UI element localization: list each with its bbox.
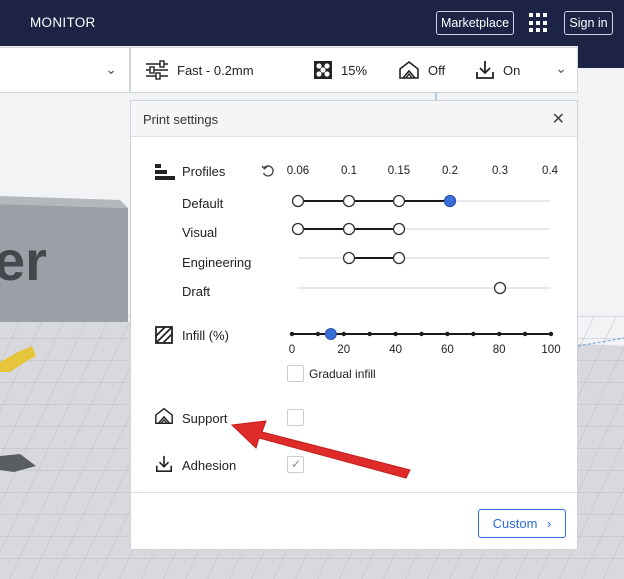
infill-step-dot (367, 331, 372, 337)
support-label: Support (182, 411, 228, 426)
infill-tick-label: 100 (541, 344, 561, 356)
infill-step-dot (289, 331, 295, 337)
checkmark-icon: ✓ (291, 457, 302, 471)
tab-monitor[interactable]: MONITOR (30, 15, 96, 30)
chevron-down-icon: ⌄ (105, 61, 117, 77)
infill-step-dot (471, 331, 476, 337)
printer-selector-dropdown[interactable]: ⌄ (0, 47, 130, 93)
infill-step-dot (341, 331, 346, 337)
infill-tick-label: 40 (389, 344, 402, 356)
gradual-infill-label: Gradual infill (309, 367, 376, 381)
model-lettering: er (0, 229, 47, 292)
sign-in-button[interactable]: Sign in (564, 11, 613, 35)
adhesion-summary-label: On (503, 62, 521, 78)
adhesion-icon (476, 61, 494, 79)
custom-button-label: Custom (492, 516, 538, 531)
apps-grid-icon[interactable] (529, 13, 549, 33)
infill-pattern-icon (314, 61, 332, 79)
infill-summary-label: 15% (341, 62, 368, 78)
infill-step-dot (548, 331, 554, 337)
adhesion-label: Adhesion (182, 458, 237, 473)
profile-summary[interactable]: Fast - 0.2mm (145, 48, 254, 92)
infill-step-dot (393, 331, 398, 337)
infill-summary[interactable]: 15% (313, 48, 367, 92)
support-icon (155, 407, 173, 424)
gradual-infill-checkbox[interactable] (287, 365, 304, 382)
adhesion-icon (155, 455, 173, 473)
custom-button[interactable]: Custom › (478, 509, 566, 538)
infill-step-dot (497, 331, 502, 337)
infill-tick-label: 80 (492, 344, 506, 356)
header-extension (578, 46, 624, 68)
panel-divider (131, 492, 577, 493)
infill-tick-label: 60 (440, 344, 454, 356)
marketplace-button[interactable]: Marketplace (436, 11, 514, 35)
infill-tick-label: 20 (337, 344, 351, 356)
chevron-down-icon[interactable]: ⌄ (555, 60, 567, 77)
infill-tick-label: 0 (288, 344, 296, 356)
print-settings-summary-bar[interactable]: Fast - 0.2mm 15% Off On ⌄ (130, 47, 578, 93)
infill-step-dot (419, 331, 424, 337)
infill-step-dot (445, 331, 450, 337)
sliders-icon (146, 60, 168, 80)
infill-slider-handle[interactable] (324, 328, 337, 340)
adhesion-summary[interactable]: On (475, 48, 520, 92)
print-settings-panel: Print settings ✕ Profiles 0.06 0.1 0.15 0.2… (130, 100, 578, 550)
chevron-right-icon: › (547, 516, 552, 531)
infill-step-dot (315, 331, 321, 337)
infill-slider[interactable] (131, 101, 577, 361)
top-navigation-bar: MONITOR Marketplace Sign in (0, 0, 624, 46)
support-summary[interactable]: Off (398, 48, 445, 92)
profile-summary-label: Fast - 0.2mm (177, 62, 254, 78)
adhesion-checkbox[interactable]: ✓ (287, 456, 304, 473)
support-icon (399, 60, 419, 79)
support-checkbox[interactable] (287, 409, 304, 426)
support-summary-label: Off (428, 62, 446, 78)
infill-step-dot (522, 331, 528, 337)
